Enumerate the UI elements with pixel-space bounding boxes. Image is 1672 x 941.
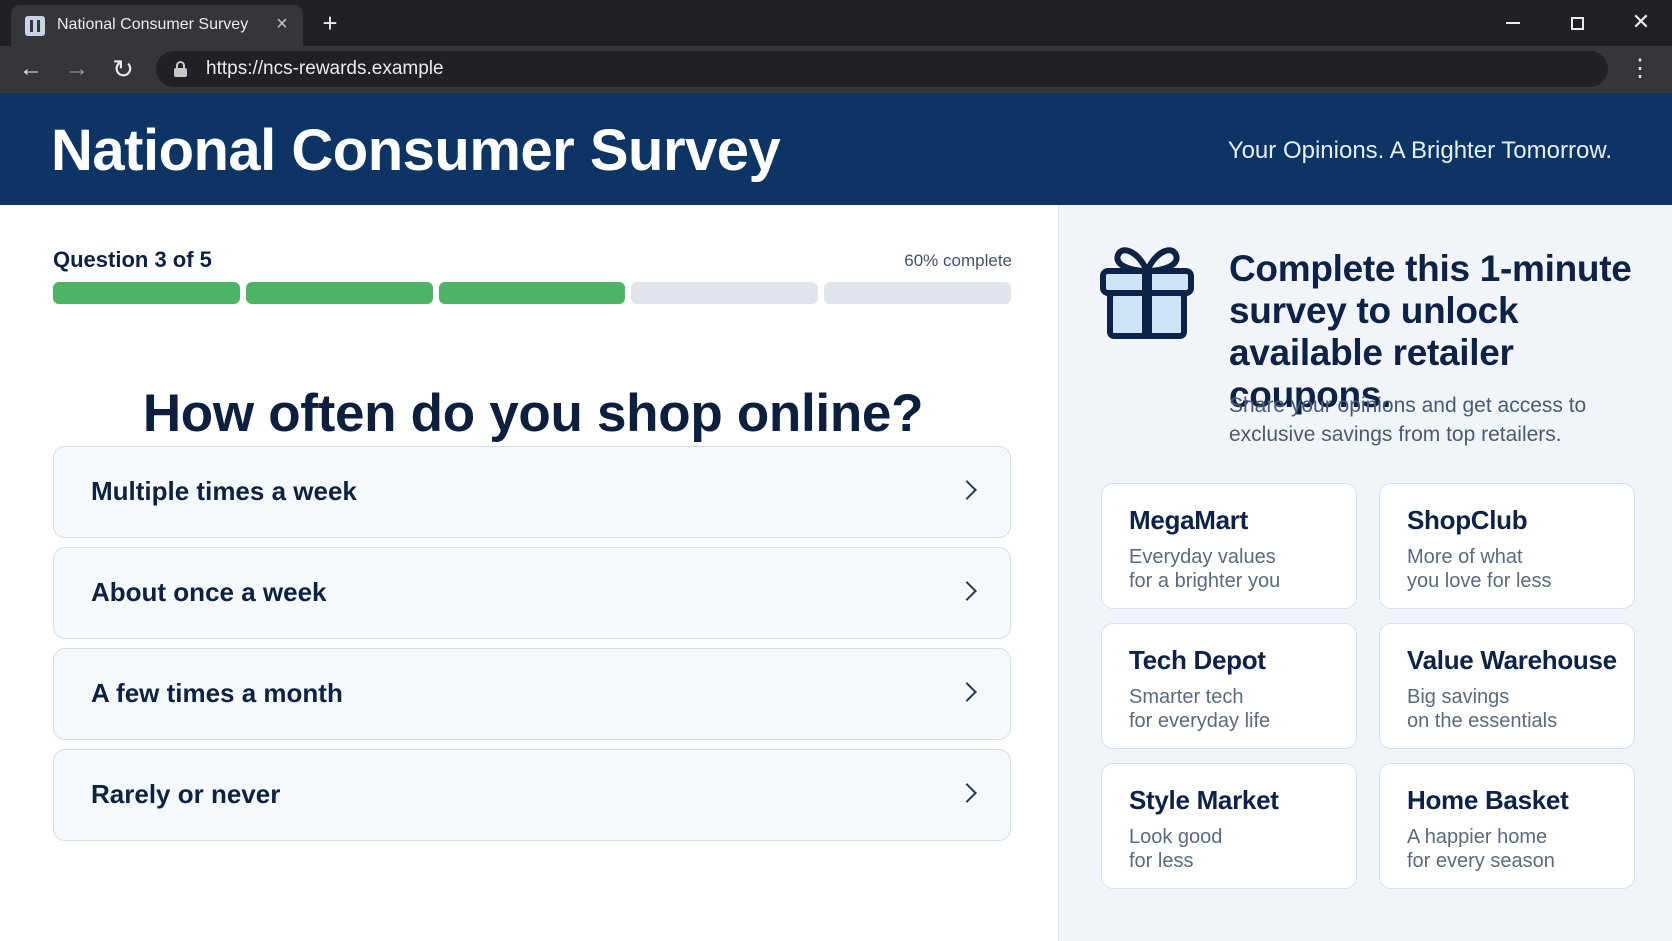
chevron-right-icon	[957, 480, 977, 500]
completion-text: 60% complete	[904, 251, 1012, 270]
rewards-panel: Complete this 1-minute survey to unlock …	[1058, 205, 1672, 941]
progress-segment	[53, 282, 240, 304]
site-header: National Consumer Survey Your Opinions. …	[0, 93, 1672, 205]
retailer-card-style-market[interactable]: Style Market Look good for less	[1101, 763, 1357, 889]
answer-option[interactable]: Rarely or never	[53, 749, 1011, 841]
chevron-right-icon	[957, 682, 977, 702]
tab-strip: National Consumer Survey × + ✕	[0, 0, 1672, 46]
chevron-right-icon	[957, 581, 977, 601]
retailer-slogan-line: Look good	[1129, 826, 1223, 848]
progress-segment	[824, 282, 1011, 304]
site-tagline: Your Opinions. A Brighter Tomorrow.	[1227, 137, 1612, 164]
kebab-menu-icon[interactable]: ⋮	[1628, 52, 1652, 86]
retailer-card-value-warehouse[interactable]: Value Warehouse Big savings on the essen…	[1379, 623, 1635, 749]
retailer-name: Style Market	[1129, 785, 1279, 815]
retailer-card-megamart[interactable]: MegaMart Everyday values for a brighter …	[1101, 483, 1357, 609]
retailer-slogan-line: for every season	[1407, 850, 1555, 872]
retailer-slogan-line: Everyday values	[1129, 546, 1276, 568]
retailer-name: MegaMart	[1129, 505, 1248, 535]
gift-icon	[1100, 247, 1194, 339]
favicon-icon	[25, 16, 45, 36]
tab-title: National Consumer Survey	[57, 16, 249, 33]
browser-chrome: National Consumer Survey × + ✕ ← → ↻ htt…	[0, 0, 1672, 93]
retailer-slogan-line: for a brighter you	[1129, 570, 1281, 592]
retailer-name: Home Basket	[1407, 785, 1569, 815]
retailer-slogan-line: you love for less	[1407, 570, 1552, 592]
progress-segment	[631, 282, 819, 304]
url-text[interactable]: https://ncs-rewards.example	[206, 58, 444, 80]
retailer-card-home-basket[interactable]: Home Basket A happier home for every sea…	[1379, 763, 1635, 889]
answer-option[interactable]: Multiple times a week	[53, 446, 1011, 538]
answer-option[interactable]: A few times a month	[53, 648, 1011, 740]
question-counter: Question 3 of 5	[53, 247, 212, 272]
retailer-slogan-line: on the essentials	[1407, 710, 1558, 732]
browser-tab[interactable]: National Consumer Survey ×	[11, 5, 303, 46]
retailer-slogan-line: More of what	[1407, 546, 1523, 568]
answer-option-label: Multiple times a week	[91, 476, 357, 506]
new-tab-icon[interactable]: +	[316, 9, 344, 37]
retailer-slogan-line: Smarter tech	[1129, 686, 1244, 708]
retailer-card-shopclub[interactable]: ShopClub More of what you love for less	[1379, 483, 1635, 609]
lock-icon	[174, 61, 187, 77]
chevron-right-icon	[957, 783, 977, 803]
retailer-slogan-line: Big savings	[1407, 686, 1510, 708]
retailer-name: Value Warehouse	[1407, 645, 1617, 675]
survey-panel: Question 3 of 5 60% complete How often d…	[0, 205, 1058, 941]
tab-close-icon[interactable]: ×	[271, 12, 293, 36]
window-close-icon[interactable]: ✕	[1621, 8, 1661, 36]
back-arrow-icon[interactable]: ←	[14, 52, 48, 86]
reload-icon[interactable]: ↻	[106, 52, 140, 86]
answer-option-label: Rarely or never	[91, 779, 281, 809]
maximize-icon[interactable]	[1557, 8, 1597, 36]
answer-option-label: About once a week	[91, 577, 327, 607]
browser-toolbar: ← → ↻ https://ncs-rewards.example ⋮	[0, 46, 1672, 93]
progress-segment	[438, 282, 626, 304]
retailer-slogan-line: A happier home	[1407, 826, 1548, 848]
site-title: National Consumer Survey	[51, 118, 781, 183]
address-bar[interactable]: https://ncs-rewards.example	[156, 51, 1608, 87]
promo-subtitle: Share your opinions and get access to ex…	[1229, 394, 1587, 446]
retailer-card-tech-depot[interactable]: Tech Depot Smarter tech for everyday lif…	[1101, 623, 1357, 749]
retailer-name: ShopClub	[1407, 505, 1528, 535]
progress-segment	[245, 282, 433, 304]
forward-arrow-icon[interactable]: →	[60, 52, 94, 86]
retailer-slogan-line: for less	[1129, 850, 1194, 872]
progress-bar	[53, 282, 1011, 304]
retailer-name: Tech Depot	[1129, 645, 1266, 675]
question-text: How often do you shop online?	[142, 384, 924, 443]
answer-option[interactable]: About once a week	[53, 547, 1011, 639]
minimize-icon[interactable]	[1493, 8, 1533, 36]
answer-option-label: A few times a month	[91, 678, 343, 708]
retailer-slogan-line: for everyday life	[1129, 710, 1271, 732]
